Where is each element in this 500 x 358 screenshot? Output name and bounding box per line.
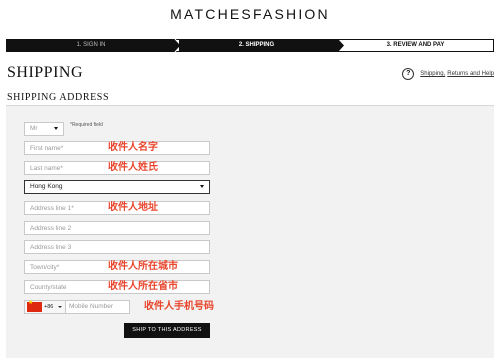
mobile-number-field[interactable]: [66, 301, 134, 313]
checkout-progress: 1. SIGN IN 2. SHIPPING 3. REVIEW AND PAY: [6, 39, 494, 52]
help-icon: ?: [402, 68, 415, 80]
first-name-hint: 收件人名字: [108, 142, 158, 153]
last-name-hint: 收件人姓氏: [108, 162, 158, 173]
ship-to-this-address-button[interactable]: SHIP TO THIS ADDRESS: [124, 323, 210, 338]
mobile-number-group: ★ +86: [24, 300, 134, 314]
chevron-down-icon: [200, 185, 204, 188]
county-hint: 收件人所在省市: [108, 281, 178, 292]
required-field-note: *Required field: [70, 122, 103, 128]
section-title: SHIPPING ADDRESS: [7, 92, 110, 103]
step-sign-in[interactable]: 1. SIGN IN: [7, 40, 175, 51]
country-select[interactable]: Hong Kong: [24, 180, 210, 194]
page-title: SHIPPING: [7, 64, 84, 81]
help-link-label[interactable]: Returns and Help: [447, 71, 494, 77]
help-link[interactable]: ? Shipping, Returns and Help: [402, 68, 494, 80]
step-review-and-pay: 3. REVIEW AND PAY: [386, 42, 445, 48]
mobile-hint: 收件人手机号码: [144, 301, 214, 312]
step-shipping: 2. SHIPPING: [179, 40, 334, 51]
title-select[interactable]: Mr: [24, 122, 64, 136]
china-flag-icon: ★: [27, 300, 42, 312]
title-select-value: Mr: [30, 125, 38, 132]
brand-logo[interactable]: MATCHESFASHION: [0, 6, 500, 22]
country-select-value: Hong Kong: [30, 183, 63, 190]
address-line-2-field[interactable]: [24, 221, 210, 235]
address-hint: 收件人地址: [108, 202, 158, 213]
chevron-down-icon: [58, 306, 62, 308]
dial-code: +86: [44, 304, 54, 310]
address-line-3-field[interactable]: [24, 240, 210, 254]
town-hint: 收件人所在城市: [108, 261, 178, 272]
help-link-prefix[interactable]: Shipping,: [420, 71, 445, 77]
chevron-down-icon: [54, 127, 58, 130]
shipping-address-form: Mr *Required field 收件人名字 收件人姓氏 Hong Kong…: [6, 106, 494, 358]
country-code-select[interactable]: ★ +86: [25, 300, 66, 313]
